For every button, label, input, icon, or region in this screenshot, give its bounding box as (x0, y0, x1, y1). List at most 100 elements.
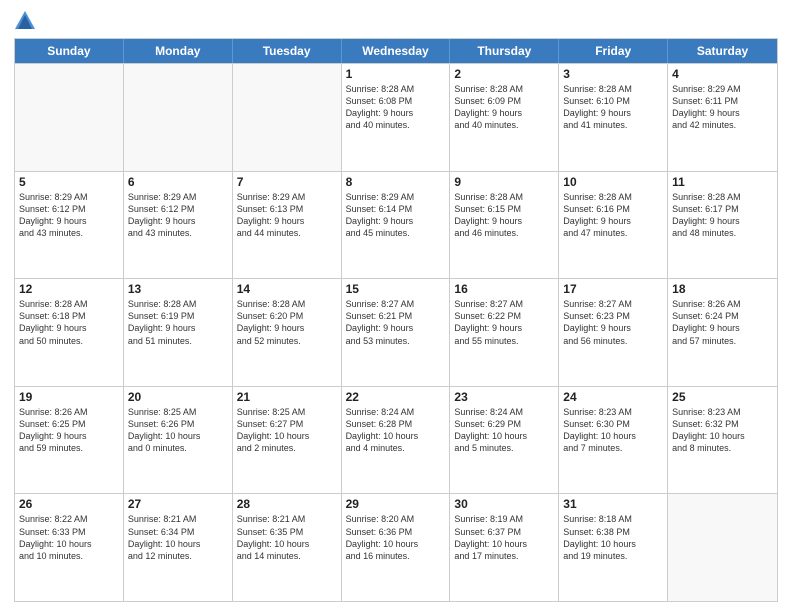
cal-cell-17: 17 Sunrise: 8:27 AM Sunset: 6:23 PM Dayli… (559, 279, 668, 386)
day-number: 17 (563, 282, 663, 296)
cal-cell-9: 9 Sunrise: 8:28 AM Sunset: 6:15 PM Daylig… (450, 172, 559, 279)
cell-info: Sunrise: 8:28 AM Sunset: 6:15 PM Dayligh… (454, 191, 554, 240)
cal-cell-14: 14 Sunrise: 8:28 AM Sunset: 6:20 PM Dayli… (233, 279, 342, 386)
header-monday: Monday (124, 39, 233, 63)
cal-cell-4: 4Sunrise: 8:29 AM Sunset: 6:11 PM Daylig… (668, 64, 777, 171)
cell-info: Sunrise: 8:21 AM Sunset: 6:34 PM Dayligh… (128, 513, 228, 562)
cell-info: Sunrise: 8:28 AM Sunset: 6:16 PM Dayligh… (563, 191, 663, 240)
cell-info: Sunrise: 8:27 AM Sunset: 6:21 PM Dayligh… (346, 298, 446, 347)
cal-cell-21: 21Sunrise: 8:25 AM Sunset: 6:27 PM Dayli… (233, 387, 342, 494)
day-number: 10 (563, 175, 663, 189)
cal-cell-7: 7 Sunrise: 8:29 AM Sunset: 6:13 PM Daylig… (233, 172, 342, 279)
cell-info: Sunrise: 8:28 AM Sunset: 6:09 PM Dayligh… (454, 83, 554, 132)
day-number: 20 (128, 390, 228, 404)
cell-info: Sunrise: 8:27 AM Sunset: 6:23 PM Dayligh… (563, 298, 663, 347)
day-number: 3 (563, 67, 663, 81)
cal-cell-5: 5 Sunrise: 8:29 AM Sunset: 6:12 PM Daylig… (15, 172, 124, 279)
cell-info: Sunrise: 8:28 AM Sunset: 6:10 PM Dayligh… (563, 83, 663, 132)
cell-info: Sunrise: 8:28 AM Sunset: 6:17 PM Dayligh… (672, 191, 773, 240)
cal-cell-6: 6Sunrise: 8:29 AM Sunset: 6:12 PM Daylig… (124, 172, 233, 279)
week-row-3: 19 Sunrise: 8:26 AM Sunset: 6:25 PM Dayli… (15, 386, 777, 494)
cal-cell-empty (668, 494, 777, 601)
header-sunday: Sunday (15, 39, 124, 63)
cell-info: Sunrise: 8:28 AM Sunset: 6:20 PM Dayligh… (237, 298, 337, 347)
day-number: 24 (563, 390, 663, 404)
cell-info: Sunrise: 8:28 AM Sunset: 6:08 PM Dayligh… (346, 83, 446, 132)
day-number: 11 (672, 175, 773, 189)
cal-cell-12: 12 Sunrise: 8:28 AM Sunset: 6:18 PM Dayli… (15, 279, 124, 386)
cell-info: Sunrise: 8:20 AM Sunset: 6:36 PM Dayligh… (346, 513, 446, 562)
cell-info: Sunrise: 8:28 AM Sunset: 6:18 PM Dayligh… (19, 298, 119, 347)
day-number: 21 (237, 390, 337, 404)
cal-cell-1: 1 Sunrise: 8:28 AM Sunset: 6:08 PM Daylig… (342, 64, 451, 171)
cell-info: Sunrise: 8:22 AM Sunset: 6:33 PM Dayligh… (19, 513, 119, 562)
cal-cell-18: 18 Sunrise: 8:26 AM Sunset: 6:24 PM Dayli… (668, 279, 777, 386)
day-number: 1 (346, 67, 446, 81)
header-thursday: Thursday (450, 39, 559, 63)
cal-cell-30: 30Sunrise: 8:19 AM Sunset: 6:37 PM Dayli… (450, 494, 559, 601)
calendar: SundayMondayTuesdayWednesdayThursdayFrid… (14, 38, 778, 602)
cell-info: Sunrise: 8:19 AM Sunset: 6:37 PM Dayligh… (454, 513, 554, 562)
calendar-header: SundayMondayTuesdayWednesdayThursdayFrid… (15, 39, 777, 63)
cal-cell-16: 16Sunrise: 8:27 AM Sunset: 6:22 PM Dayli… (450, 279, 559, 386)
cal-cell-8: 8 Sunrise: 8:29 AM Sunset: 6:14 PM Daylig… (342, 172, 451, 279)
cal-cell-empty (233, 64, 342, 171)
day-number: 26 (19, 497, 119, 511)
cell-info: Sunrise: 8:28 AM Sunset: 6:19 PM Dayligh… (128, 298, 228, 347)
cal-cell-22: 22 Sunrise: 8:24 AM Sunset: 6:28 PM Dayli… (342, 387, 451, 494)
cell-info: Sunrise: 8:23 AM Sunset: 6:32 PM Dayligh… (672, 406, 773, 455)
cal-cell-13: 13Sunrise: 8:28 AM Sunset: 6:19 PM Dayli… (124, 279, 233, 386)
cell-info: Sunrise: 8:29 AM Sunset: 6:14 PM Dayligh… (346, 191, 446, 240)
header-wednesday: Wednesday (342, 39, 451, 63)
cal-cell-31: 31Sunrise: 8:18 AM Sunset: 6:38 PM Dayli… (559, 494, 668, 601)
cell-info: Sunrise: 8:29 AM Sunset: 6:12 PM Dayligh… (128, 191, 228, 240)
day-number: 23 (454, 390, 554, 404)
day-number: 5 (19, 175, 119, 189)
cell-info: Sunrise: 8:27 AM Sunset: 6:22 PM Dayligh… (454, 298, 554, 347)
cal-cell-29: 29 Sunrise: 8:20 AM Sunset: 6:36 PM Dayli… (342, 494, 451, 601)
day-number: 7 (237, 175, 337, 189)
cal-cell-20: 20 Sunrise: 8:25 AM Sunset: 6:26 PM Dayli… (124, 387, 233, 494)
cal-cell-empty (124, 64, 233, 171)
cell-info: Sunrise: 8:25 AM Sunset: 6:26 PM Dayligh… (128, 406, 228, 455)
cal-cell-19: 19 Sunrise: 8:26 AM Sunset: 6:25 PM Dayli… (15, 387, 124, 494)
cal-cell-25: 25 Sunrise: 8:23 AM Sunset: 6:32 PM Dayli… (668, 387, 777, 494)
cal-cell-2: 2 Sunrise: 8:28 AM Sunset: 6:09 PM Daylig… (450, 64, 559, 171)
cell-info: Sunrise: 8:21 AM Sunset: 6:35 PM Dayligh… (237, 513, 337, 562)
day-number: 29 (346, 497, 446, 511)
cell-info: Sunrise: 8:18 AM Sunset: 6:38 PM Dayligh… (563, 513, 663, 562)
cell-info: Sunrise: 8:26 AM Sunset: 6:24 PM Dayligh… (672, 298, 773, 347)
week-row-4: 26 Sunrise: 8:22 AM Sunset: 6:33 PM Dayli… (15, 493, 777, 601)
cell-info: Sunrise: 8:24 AM Sunset: 6:29 PM Dayligh… (454, 406, 554, 455)
day-number: 15 (346, 282, 446, 296)
cell-info: Sunrise: 8:29 AM Sunset: 6:12 PM Dayligh… (19, 191, 119, 240)
day-number: 19 (19, 390, 119, 404)
day-number: 9 (454, 175, 554, 189)
day-number: 25 (672, 390, 773, 404)
cell-info: Sunrise: 8:24 AM Sunset: 6:28 PM Dayligh… (346, 406, 446, 455)
header-saturday: Saturday (668, 39, 777, 63)
header-friday: Friday (559, 39, 668, 63)
day-number: 28 (237, 497, 337, 511)
cell-info: Sunrise: 8:29 AM Sunset: 6:11 PM Dayligh… (672, 83, 773, 132)
day-number: 8 (346, 175, 446, 189)
calendar-body: 1 Sunrise: 8:28 AM Sunset: 6:08 PM Daylig… (15, 63, 777, 601)
cell-info: Sunrise: 8:29 AM Sunset: 6:13 PM Dayligh… (237, 191, 337, 240)
day-number: 27 (128, 497, 228, 511)
cal-cell-26: 26 Sunrise: 8:22 AM Sunset: 6:33 PM Dayli… (15, 494, 124, 601)
day-number: 14 (237, 282, 337, 296)
day-number: 22 (346, 390, 446, 404)
cal-cell-28: 28 Sunrise: 8:21 AM Sunset: 6:35 PM Dayli… (233, 494, 342, 601)
week-row-2: 12 Sunrise: 8:28 AM Sunset: 6:18 PM Dayli… (15, 278, 777, 386)
cell-info: Sunrise: 8:23 AM Sunset: 6:30 PM Dayligh… (563, 406, 663, 455)
page: SundayMondayTuesdayWednesdayThursdayFrid… (0, 0, 792, 612)
cal-cell-3: 3 Sunrise: 8:28 AM Sunset: 6:10 PM Daylig… (559, 64, 668, 171)
header (14, 10, 778, 32)
day-number: 2 (454, 67, 554, 81)
logo (14, 10, 38, 32)
day-number: 18 (672, 282, 773, 296)
week-row-0: 1 Sunrise: 8:28 AM Sunset: 6:08 PM Daylig… (15, 63, 777, 171)
day-number: 12 (19, 282, 119, 296)
cal-cell-24: 24 Sunrise: 8:23 AM Sunset: 6:30 PM Dayli… (559, 387, 668, 494)
cell-info: Sunrise: 8:26 AM Sunset: 6:25 PM Dayligh… (19, 406, 119, 455)
